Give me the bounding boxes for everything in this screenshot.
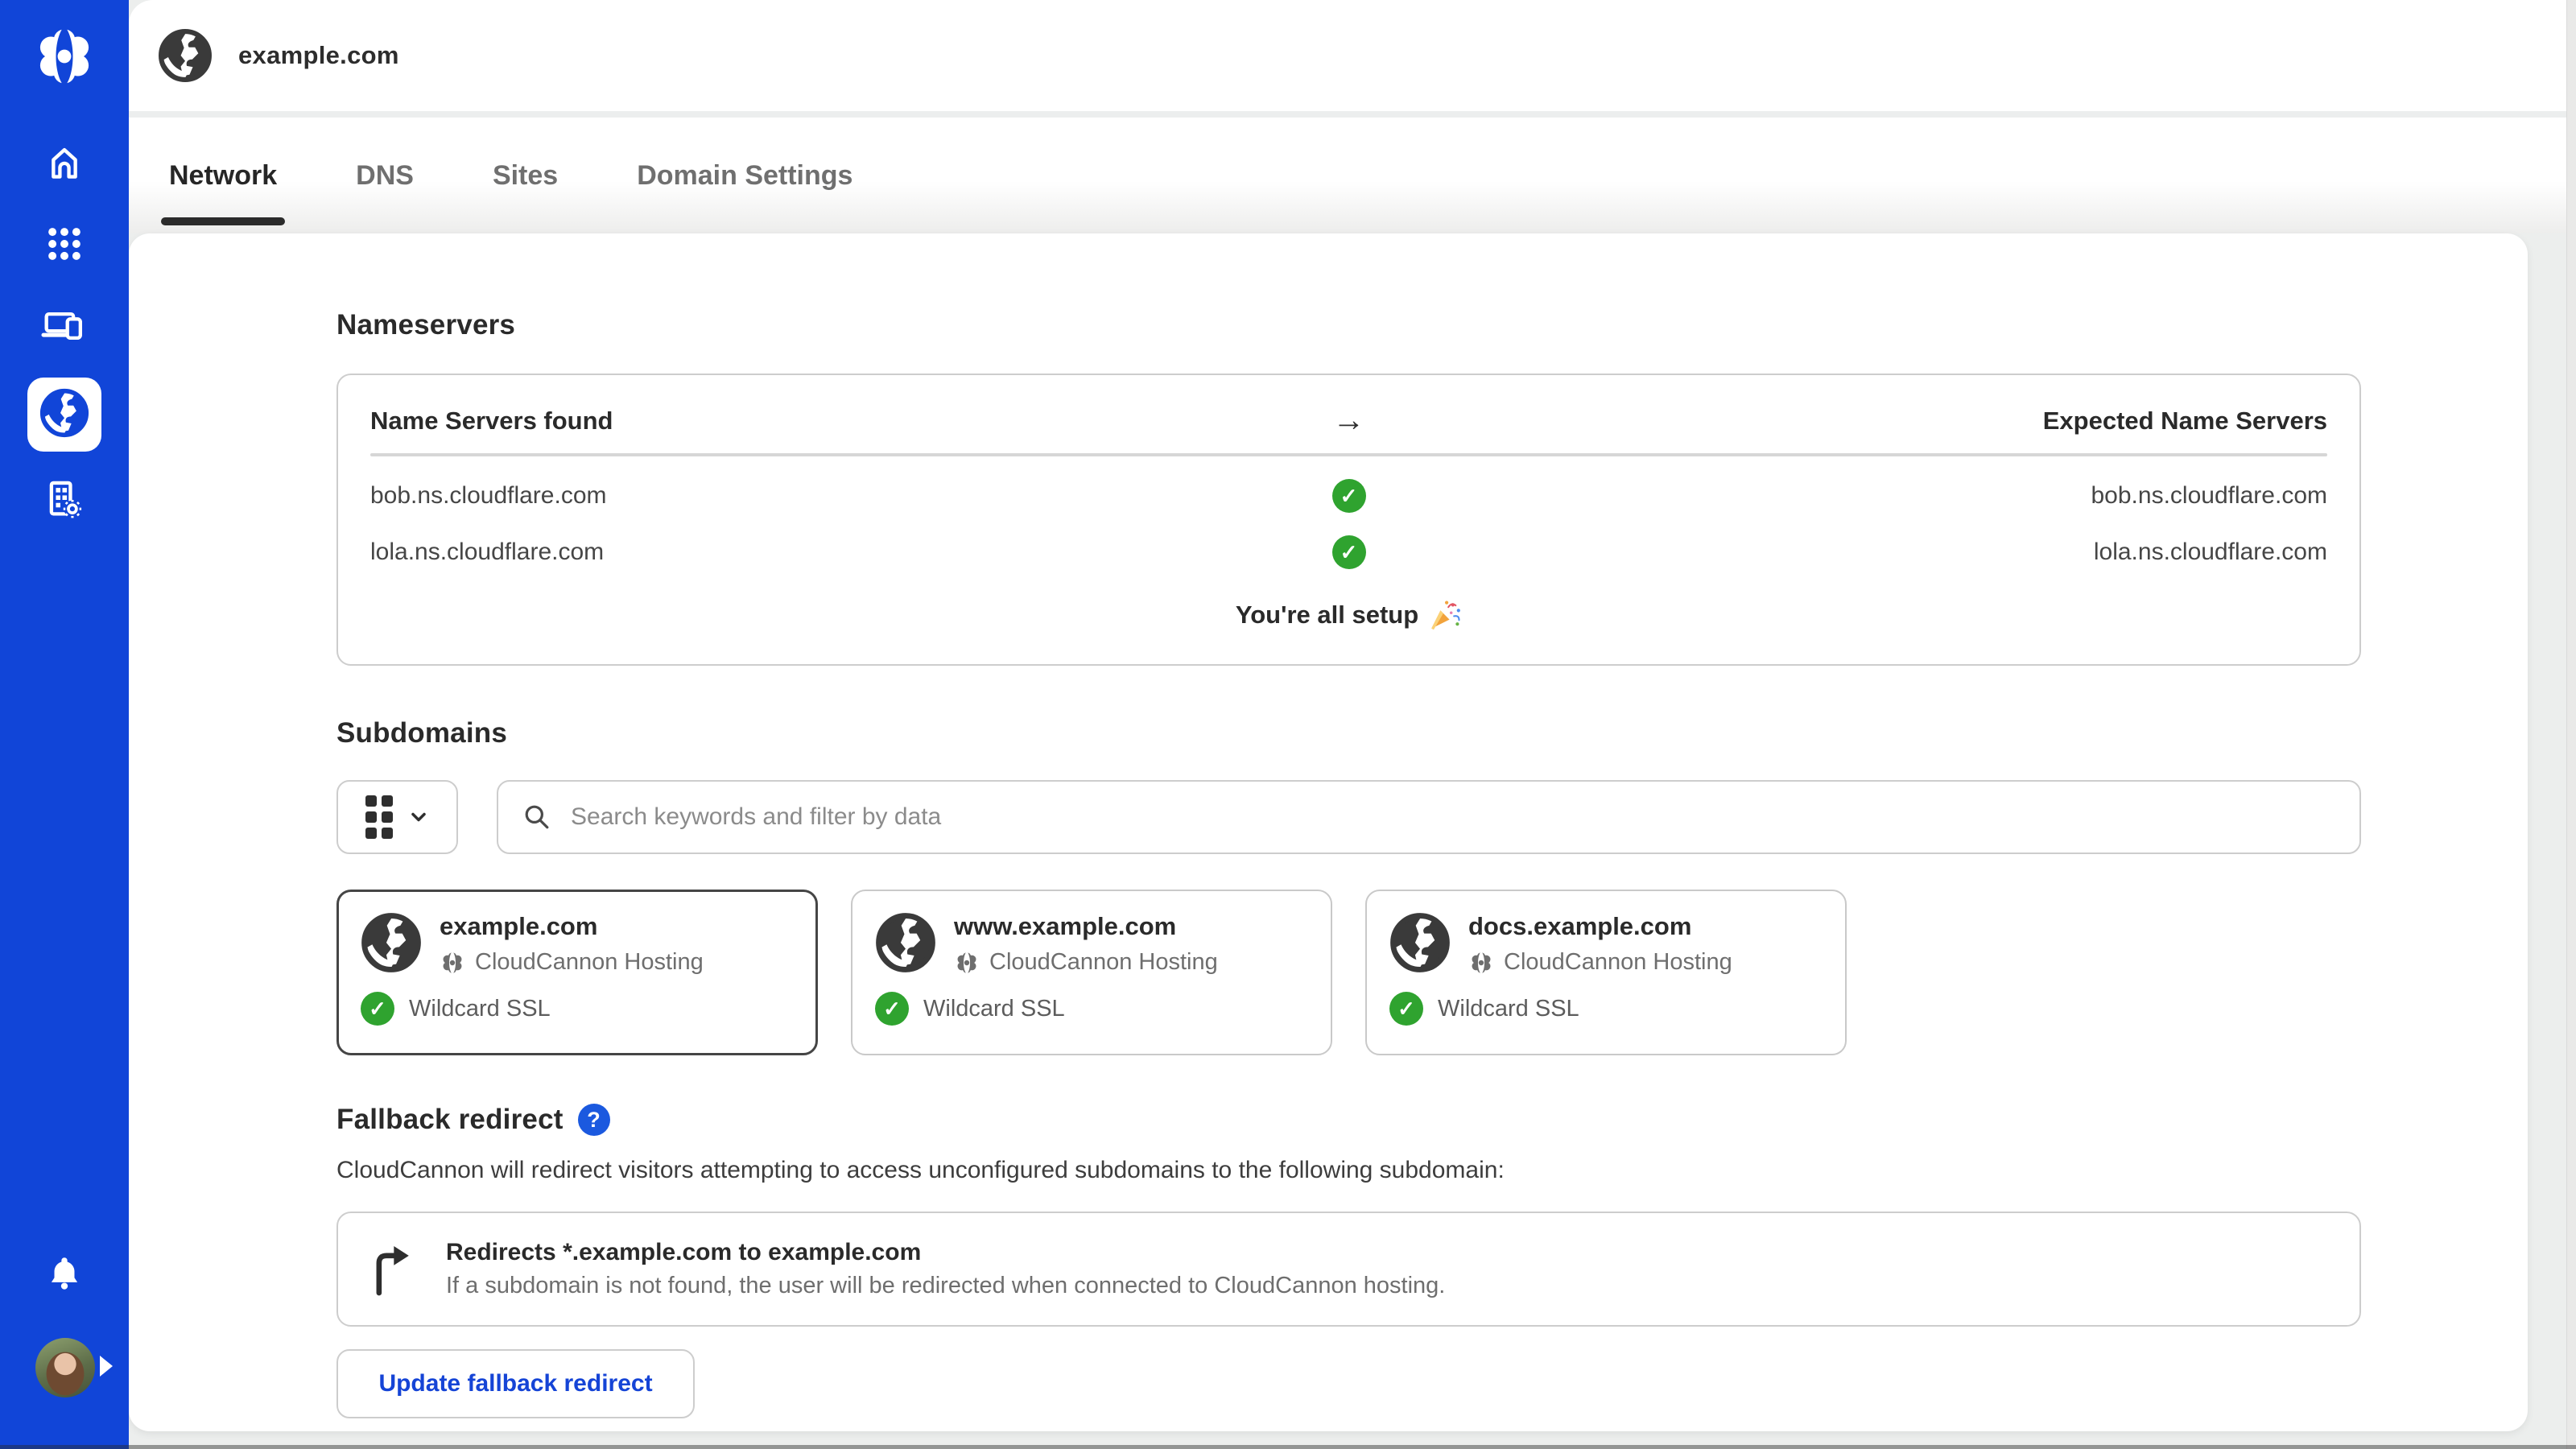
- subdomain-card-example[interactable]: example.com CloudCannon Hosting ✓ Wildca…: [336, 890, 818, 1055]
- sidebar-item-home[interactable]: [27, 131, 101, 196]
- ssl-label: Wildcard SSL: [1438, 996, 1579, 1022]
- cloudcannon-mini-logo: [440, 950, 465, 976]
- redirect-arrow-icon: [370, 1243, 415, 1296]
- devices-icon: [39, 301, 89, 355]
- cloudcannon-mini-logo: [1468, 950, 1494, 976]
- subdomains-heading: Subdomains: [336, 717, 2528, 749]
- tab-sites[interactable]: Sites: [491, 138, 559, 214]
- sidebar-item-apps[interactable]: [27, 213, 101, 278]
- fallback-description: CloudCannon will redirect visitors attem…: [336, 1157, 2528, 1184]
- redirect-rule-description: If a subdomain is not found, the user wi…: [446, 1273, 1445, 1299]
- avatar-expand-caret[interactable]: [100, 1356, 113, 1377]
- globe-icon: [39, 388, 89, 442]
- check-circle-icon: ✓: [1332, 479, 1366, 513]
- apps-grid-icon: [39, 219, 89, 273]
- setup-success-text: You're all setup: [1236, 601, 1418, 630]
- page-title: example.com: [238, 41, 399, 70]
- notification-bell-icon[interactable]: [43, 1253, 85, 1299]
- subdomain-card-docs[interactable]: docs.example.com CloudCannon Hosting ✓ W…: [1365, 890, 1847, 1055]
- table-row: lola.ns.cloudflare.com ✓ lola.ns.cloudfl…: [370, 535, 2327, 569]
- party-popper-emoji: [1428, 598, 1462, 632]
- sidebar-item-organization[interactable]: [27, 469, 101, 534]
- content-panel: Nameservers Name Servers found → Expecte…: [129, 233, 2528, 1431]
- layout-filter-dropdown[interactable]: [336, 780, 458, 854]
- column-expected-name-servers: Expected Name Servers: [1385, 407, 2328, 436]
- domain-header: example.com: [129, 0, 2576, 111]
- subdomains-controls: [336, 780, 2528, 854]
- table-row: bob.ns.cloudflare.com ✓ bob.ns.cloudflar…: [370, 479, 2327, 513]
- globe-icon: [1389, 912, 1451, 973]
- table-header-divider: [370, 453, 2327, 456]
- search-input[interactable]: [571, 803, 2337, 831]
- redirect-rule-title: Redirects *.example.com to example.com: [446, 1239, 1445, 1266]
- scrollbar[interactable]: [2566, 0, 2576, 1449]
- cloudcannon-logo[interactable]: [31, 23, 98, 90]
- window-bottom-edge: [0, 1445, 2576, 1449]
- globe-icon: [361, 912, 422, 973]
- ssl-label: Wildcard SSL: [923, 996, 1065, 1022]
- arrow-right-icon: →: [1313, 402, 1385, 439]
- cloudcannon-mini-logo: [954, 950, 980, 976]
- sidebar-nav: [0, 131, 129, 534]
- chevron-down-icon: [407, 806, 430, 828]
- check-circle-icon: ✓: [1332, 535, 1366, 569]
- update-fallback-redirect-button[interactable]: Update fallback redirect: [336, 1349, 695, 1418]
- nameservers-table: Name Servers found → Expected Name Serve…: [336, 374, 2361, 666]
- tab-dns[interactable]: DNS: [354, 138, 415, 214]
- check-circle-icon: ✓: [1389, 992, 1423, 1026]
- nameserver-expected-value: lola.ns.cloudflare.com: [1385, 539, 2328, 566]
- subdomain-name: example.com: [440, 912, 704, 941]
- grid-view-icon: [365, 795, 393, 839]
- help-icon[interactable]: ?: [578, 1104, 610, 1136]
- subdomain-cards: example.com CloudCannon Hosting ✓ Wildca…: [336, 890, 2528, 1055]
- hosting-label: CloudCannon Hosting: [989, 949, 1218, 976]
- sidebar-item-domains[interactable]: [27, 378, 101, 452]
- nameserver-expected-value: bob.ns.cloudflare.com: [1385, 482, 2328, 510]
- main-area: example.com Network DNS Sites Domain Set…: [129, 0, 2576, 1449]
- subdomain-name: docs.example.com: [1468, 912, 1732, 941]
- ssl-label: Wildcard SSL: [409, 996, 551, 1022]
- tab-bar: Network DNS Sites Domain Settings: [129, 118, 2576, 233]
- search-bar: [497, 780, 2361, 854]
- check-circle-icon: ✓: [361, 992, 394, 1026]
- tab-network[interactable]: Network: [167, 138, 279, 214]
- globe-icon: [875, 912, 936, 973]
- nameservers-table-header: Name Servers found → Expected Name Serve…: [370, 402, 2327, 439]
- check-circle-icon: ✓: [875, 992, 909, 1026]
- home-icon: [39, 137, 89, 191]
- nameserver-found-value: lola.ns.cloudflare.com: [370, 539, 1313, 566]
- header-divider: [129, 111, 2576, 118]
- fallback-redirect-heading: Fallback redirect: [336, 1104, 564, 1136]
- tab-domain-settings[interactable]: Domain Settings: [635, 138, 854, 214]
- search-icon: [521, 801, 553, 833]
- hosting-label: CloudCannon Hosting: [1504, 949, 1732, 976]
- hosting-label: CloudCannon Hosting: [475, 949, 704, 976]
- subdomain-card-www[interactable]: www.example.com CloudCannon Hosting ✓ Wi…: [851, 890, 1332, 1055]
- organization-gear-icon: [39, 475, 89, 529]
- sidebar-item-sites[interactable]: [27, 295, 101, 360]
- subdomain-name: www.example.com: [954, 912, 1218, 941]
- column-name-servers-found: Name Servers found: [370, 407, 1313, 436]
- domain-globe-icon: [158, 28, 213, 83]
- nameserver-found-value: bob.ns.cloudflare.com: [370, 482, 1313, 510]
- sidebar: [0, 0, 129, 1449]
- user-avatar[interactable]: [35, 1338, 95, 1397]
- nameservers-heading: Nameservers: [336, 309, 2528, 341]
- setup-success-message: You're all setup: [370, 598, 2327, 632]
- fallback-redirect-box: Redirects *.example.com to example.com I…: [336, 1212, 2361, 1327]
